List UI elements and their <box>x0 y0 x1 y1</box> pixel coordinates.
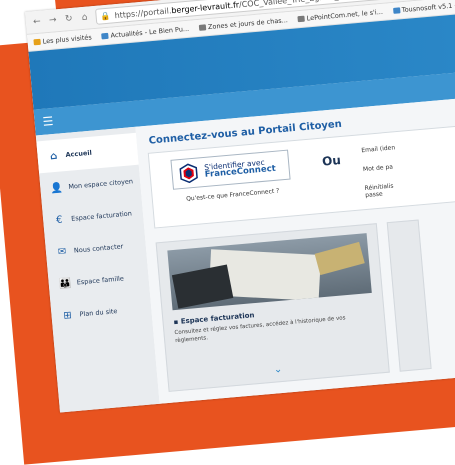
hamburger-menu-icon[interactable]: ☰ <box>42 114 54 129</box>
card-image <box>167 233 372 311</box>
back-icon[interactable]: ← <box>32 17 43 28</box>
franceconnect-button[interactable]: S'identifier avec FranceConnect <box>170 149 291 190</box>
browser-screen: ← → ↻ ⌂ 🔒 https://portail. berger-levraul… <box>25 0 455 413</box>
url-host: berger-levrault.fr <box>170 0 240 15</box>
folder-icon <box>101 32 109 40</box>
home-browser-icon[interactable]: ⌂ <box>79 12 90 23</box>
sidebar-item-label: Nous contacter <box>73 242 124 255</box>
bookmark-item[interactable]: Tousnosoft v5.1 - M <box>392 1 455 15</box>
main-panel: Connectez-vous au Portail Citoyen S'iden… <box>135 95 455 413</box>
password-label: Mot de pa <box>362 163 394 174</box>
franceconnect-area: S'identifier avec FranceConnect Qu'est-c… <box>149 140 315 228</box>
sidebar-item-label: Espace facturation <box>70 209 133 223</box>
forward-icon[interactable]: → <box>47 15 58 26</box>
globe-icon <box>198 24 207 31</box>
franceconnect-help-link[interactable]: Qu'est-ce que FranceConnect ? <box>186 188 280 203</box>
sidebar-item-label: Espace famille <box>76 274 125 287</box>
service-cards: ▪ Espace facturation Consultez et réglez… <box>155 213 455 392</box>
gear-icon <box>33 38 41 46</box>
card-espace-facturation[interactable]: ▪ Espace facturation Consultez et réglez… <box>155 223 390 392</box>
card-partial[interactable] <box>386 219 432 372</box>
bookmark-item[interactable]: Les plus visités <box>33 33 92 46</box>
reload-icon[interactable]: ↻ <box>63 14 74 25</box>
login-form: Email (iden Mot de pa Réinitialis passe <box>360 132 400 209</box>
page-content: ⌂ Accueil 👤 Mon espace citoyen € Espace … <box>35 95 455 413</box>
franceconnect-logo-icon <box>179 163 198 184</box>
sidebar-item-label: Plan du site <box>79 307 118 319</box>
euro-icon: € <box>55 214 63 226</box>
home-icon: ⌂ <box>49 150 58 162</box>
sidebar-item-label: Accueil <box>65 148 93 159</box>
reset-password-link[interactable]: Réinitialis passe <box>364 182 399 199</box>
mail-icon: ✉ <box>57 245 67 258</box>
sitemap-icon: ⊞ <box>62 309 73 322</box>
family-icon: 👪 <box>58 277 72 290</box>
sidebar-item-label: Mon espace citoyen <box>68 177 134 191</box>
globe-icon <box>297 15 305 23</box>
chevron-down-icon[interactable]: ⌄ <box>168 355 388 385</box>
folder-icon <box>392 7 401 14</box>
lock-icon: 🔒 <box>100 11 111 21</box>
separator-ou: Ou <box>321 153 342 169</box>
user-icon: 👤 <box>49 181 64 194</box>
email-label: Email (iden <box>361 144 396 155</box>
url-prefix: https://portail. <box>114 5 172 20</box>
